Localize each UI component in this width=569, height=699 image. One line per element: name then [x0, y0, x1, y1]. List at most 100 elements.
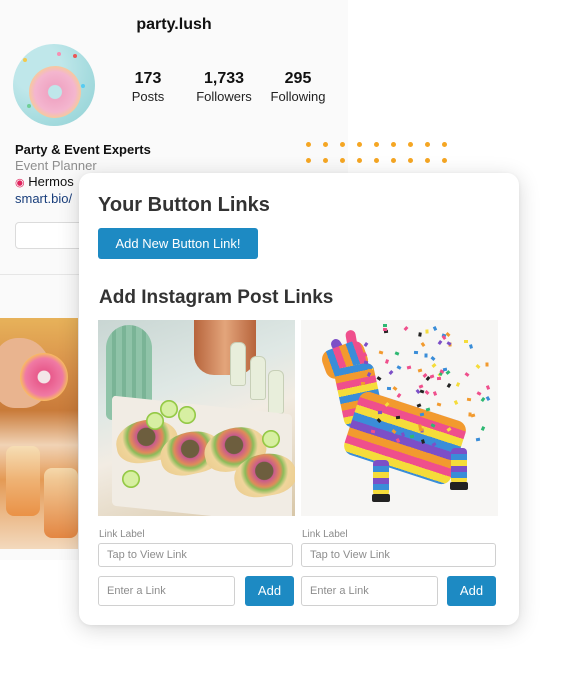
bio-link[interactable]: smart.bio/: [15, 191, 72, 206]
link-label-caption: Link Label: [302, 529, 348, 540]
decorative-dot: [323, 142, 328, 147]
confetti-speck: [424, 390, 430, 396]
stat-following[interactable]: 295 Following: [268, 70, 328, 106]
post-links-title: Add Instagram Post Links: [99, 287, 334, 308]
following-label: Following: [270, 89, 326, 104]
confetti-speck: [480, 397, 486, 403]
followers-count: 1,733: [203, 70, 245, 87]
decorative-dot: [442, 158, 447, 163]
confetti-speck: [396, 365, 402, 371]
confetti-speck: [386, 387, 392, 391]
confetti-speck: [432, 325, 438, 331]
button-links-card: Your Button Links Add New Button Link! A…: [79, 173, 519, 625]
confetti-speck: [406, 365, 412, 370]
confetti-speck: [436, 402, 442, 407]
confetti-speck: [485, 396, 491, 402]
confetti-speck: [418, 332, 423, 337]
posts-count: 173: [134, 70, 162, 87]
confetti-speck: [363, 341, 369, 347]
confetti-speck: [468, 344, 473, 350]
confetti-speck: [378, 410, 383, 415]
confetti-speck: [470, 413, 476, 418]
confetti-speck: [418, 384, 424, 389]
confetti-speck: [400, 432, 405, 437]
posts-label: Posts: [131, 89, 165, 104]
confetti-speck: [476, 437, 481, 442]
confetti-speck: [430, 356, 436, 362]
confetti-speck: [464, 372, 470, 378]
bio-location: ◉ Hermos: [15, 174, 74, 189]
link-url-input[interactable]: [301, 576, 438, 606]
donut-avatar-image: [21, 58, 89, 126]
pin-icon: ◉: [15, 177, 25, 189]
confetti-speck: [463, 340, 468, 344]
confetti-speck: [466, 397, 472, 401]
decorative-dot: [391, 142, 396, 147]
confetti-speck: [413, 350, 418, 354]
confetti-speck: [376, 376, 382, 382]
confetti-speck: [403, 326, 409, 332]
decorative-dot: [408, 158, 413, 163]
bio-name: Party & Event Experts: [15, 142, 151, 157]
avatar[interactable]: [13, 44, 95, 126]
confetti-speck: [409, 434, 415, 439]
confetti-speck: [370, 429, 376, 434]
tacos-photo[interactable]: [98, 320, 295, 516]
confetti-speck: [425, 329, 429, 334]
confetti-speck: [396, 393, 402, 399]
decorative-dot: [374, 142, 379, 147]
decorative-dot: [340, 158, 345, 163]
confetti-speck: [392, 385, 398, 391]
bio-category: Event Planner: [15, 158, 97, 173]
button-links-title: Your Button Links: [98, 194, 270, 216]
decorative-dot: [442, 142, 447, 147]
link-label-input[interactable]: [301, 543, 496, 567]
following-count: 295: [284, 70, 312, 87]
stat-followers[interactable]: 1,733 Followers: [193, 70, 255, 106]
confetti-speck: [475, 364, 481, 370]
confetti-speck: [388, 370, 394, 376]
followers-label: Followers: [196, 89, 252, 104]
bio-location-text: Hermos: [28, 174, 74, 189]
confetti-speck: [437, 376, 442, 380]
decorative-dot: [425, 142, 430, 147]
stat-posts[interactable]: 173 Posts: [128, 70, 168, 106]
confetti-speck: [433, 391, 438, 396]
link-url-input[interactable]: [98, 576, 235, 606]
confetti-speck: [378, 350, 384, 355]
confetti-speck: [438, 340, 443, 346]
profile-username: party.lush: [136, 16, 212, 33]
confetti-speck: [431, 362, 437, 368]
confetti-speck: [420, 341, 426, 347]
decorative-dot: [425, 158, 430, 163]
confetti-speck: [441, 334, 446, 340]
add-link-button[interactable]: Add: [245, 576, 294, 606]
pinata-photo[interactable]: [301, 320, 498, 516]
add-new-button-link-button[interactable]: Add New Button Link!: [98, 228, 258, 259]
confetti-speck: [445, 332, 451, 338]
link-label-input[interactable]: [98, 543, 293, 567]
add-link-button[interactable]: Add: [447, 576, 496, 606]
confetti-speck: [446, 382, 452, 388]
confetti-speck: [395, 415, 401, 420]
decorative-dot: [306, 142, 311, 147]
confetti-speck: [485, 384, 490, 390]
decorative-dot: [340, 142, 345, 147]
confetti-speck: [481, 426, 486, 432]
confetti-speck: [367, 366, 372, 370]
confetti-speck: [419, 412, 424, 417]
confetti-speck: [476, 391, 482, 396]
grid-photo-donut[interactable]: [0, 318, 78, 549]
confetti-speck: [394, 351, 400, 357]
confetti-speck: [485, 362, 489, 367]
confetti-speck: [420, 439, 425, 444]
confetti-speck: [456, 382, 461, 387]
decorative-dot: [323, 158, 328, 163]
confetti-speck: [417, 368, 423, 373]
confetti-speck: [453, 399, 459, 405]
decorative-dot: [374, 158, 379, 163]
decorative-dot: [357, 142, 362, 147]
link-label-caption: Link Label: [99, 529, 145, 540]
decorative-dot: [408, 142, 413, 147]
confetti-speck: [382, 324, 387, 328]
